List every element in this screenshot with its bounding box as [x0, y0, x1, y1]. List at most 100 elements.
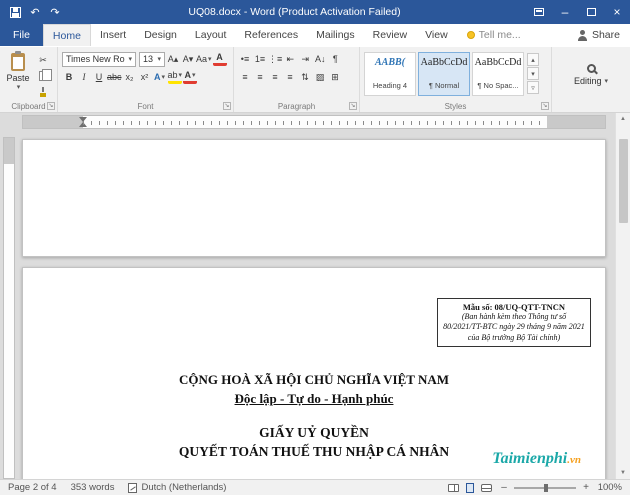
- form-number-line[interactable]: Mẫu số: 08/UQ-QTT-TNCN: [442, 302, 586, 312]
- justify-button[interactable]: ≡: [283, 70, 297, 84]
- line-spacing-button[interactable]: ⇅: [298, 70, 312, 84]
- styles-group: AABB( Heading 4 AaBbCcDd ¶ Normal AaBbCc…: [360, 47, 552, 112]
- subscript-button[interactable]: x₂: [123, 70, 137, 84]
- increase-indent-button[interactable]: ⇥: [298, 52, 312, 66]
- language-indicator[interactable]: Dutch (Netherlands): [128, 482, 226, 493]
- form-number-box[interactable]: Mẫu số: 08/UQ-QTT-TNCN (Ban hành kèm the…: [437, 298, 591, 348]
- tab-layout[interactable]: Layout: [186, 24, 236, 46]
- styles-dialog-launcher[interactable]: ↘: [541, 102, 549, 110]
- strikethrough-button[interactable]: abc: [107, 70, 122, 84]
- style-heading4[interactable]: AABB( Heading 4: [364, 52, 416, 96]
- font-dialog-launcher[interactable]: ↘: [223, 102, 231, 110]
- format-painter-button[interactable]: [36, 85, 50, 98]
- show-hide-button[interactable]: ¶: [328, 52, 342, 66]
- redo-button[interactable]: ↷: [47, 4, 63, 20]
- page-2[interactable]: Mẫu số: 08/UQ-QTT-TNCN (Ban hành kèm the…: [22, 267, 606, 479]
- vertical-ruler[interactable]: [3, 137, 15, 479]
- tab-insert[interactable]: Insert: [91, 24, 135, 46]
- italic-button[interactable]: I: [77, 70, 91, 84]
- find-icon: [586, 63, 596, 73]
- align-left-button[interactable]: ≡: [238, 70, 252, 84]
- chevron-down-icon: ▾: [16, 84, 21, 91]
- print-layout-button[interactable]: [466, 482, 474, 493]
- paste-label: Paste: [6, 73, 30, 83]
- borders-button[interactable]: ⊞: [328, 70, 342, 84]
- text-effects-button[interactable]: A ▾: [153, 70, 167, 84]
- style-preview: AaBbCcDd: [474, 57, 522, 68]
- copy-button[interactable]: [36, 69, 52, 83]
- tab-file[interactable]: File: [0, 24, 43, 46]
- person-icon: [577, 29, 587, 41]
- editing-group[interactable]: Editing ▾: [552, 47, 630, 112]
- horizontal-ruler[interactable]: [22, 115, 606, 129]
- share-button[interactable]: Share: [577, 24, 620, 46]
- font-color-button[interactable]: A ▾: [183, 70, 198, 84]
- gallery-more-button[interactable]: ▿: [527, 81, 539, 94]
- underline-button[interactable]: U: [92, 70, 106, 84]
- save-button[interactable]: [7, 4, 23, 20]
- font-size-combo[interactable]: 13 ▾: [139, 51, 165, 67]
- undo-button[interactable]: ↶: [27, 4, 43, 20]
- motto-line[interactable]: Độc lập - Tự do - Hạnh phúc: [23, 391, 605, 407]
- decrease-indent-button[interactable]: ⇤: [283, 52, 297, 66]
- shading-button[interactable]: ▨: [313, 70, 327, 84]
- paragraph-dialog-launcher[interactable]: ↘: [349, 102, 357, 110]
- zoom-in-button[interactable]: +: [581, 482, 591, 493]
- tab-mailings[interactable]: Mailings: [307, 24, 364, 46]
- change-case-button[interactable]: Aa ▾: [196, 52, 212, 66]
- tab-view[interactable]: View: [416, 24, 457, 46]
- scrollbar-thumb[interactable]: [618, 139, 628, 223]
- gallery-down-button[interactable]: ▾: [527, 67, 539, 80]
- tab-review[interactable]: Review: [364, 24, 416, 46]
- shrink-font-button[interactable]: A▾: [181, 52, 195, 66]
- close-button[interactable]: ×: [604, 0, 630, 24]
- zoom-percentage[interactable]: 100%: [596, 482, 622, 493]
- bold-button[interactable]: B: [62, 70, 76, 84]
- sort-button[interactable]: A↓: [313, 52, 327, 66]
- tab-home[interactable]: Home: [42, 24, 91, 46]
- style-no-spacing[interactable]: AaBbCcDd ¶ No Spac...: [472, 52, 524, 96]
- style-normal[interactable]: AaBbCcDd ¶ Normal: [418, 52, 470, 96]
- maximize-button[interactable]: [578, 0, 604, 24]
- form-issue-note[interactable]: (Ban hành kèm theo Thông tư số 80/2021/T…: [442, 312, 586, 343]
- national-header-line[interactable]: CỘNG HOÀ XÃ HỘI CHỦ NGHĨA VIỆT NAM: [23, 372, 605, 388]
- highlight-icon: ab: [167, 70, 178, 80]
- gallery-up-button[interactable]: ▴: [527, 53, 539, 66]
- paste-button[interactable]: Paste ▾: [4, 51, 32, 98]
- align-right-button[interactable]: ≡: [268, 70, 282, 84]
- grow-font-button[interactable]: A▴: [166, 52, 180, 66]
- text-highlight-button[interactable]: ab ▾: [167, 70, 183, 84]
- page-indicator[interactable]: Page 2 of 4: [8, 482, 57, 493]
- zoom-out-button[interactable]: –: [499, 482, 509, 493]
- page-1[interactable]: [22, 139, 606, 257]
- align-center-button[interactable]: ≡: [253, 70, 267, 84]
- tab-references[interactable]: References: [235, 24, 307, 46]
- style-name: Heading 4: [372, 81, 408, 90]
- left-indent-marker[interactable]: [79, 122, 87, 127]
- scroll-up-arrow[interactable]: ▲: [620, 113, 626, 125]
- paragraph-group-label: Paragraph: [277, 102, 316, 111]
- clear-formatting-button[interactable]: A: [212, 52, 227, 66]
- tab-design[interactable]: Design: [135, 24, 186, 46]
- zoom-slider-thumb[interactable]: [543, 483, 548, 492]
- minimize-button[interactable]: –: [552, 0, 578, 24]
- vertical-scrollbar[interactable]: ▲ ▼: [615, 113, 630, 479]
- font-family-combo[interactable]: Times New Ro ▾: [62, 51, 136, 67]
- cut-button[interactable]: ✂: [36, 54, 50, 67]
- read-mode-button[interactable]: [448, 483, 459, 492]
- tell-me-box[interactable]: Tell me...: [466, 24, 521, 46]
- superscript-button[interactable]: x²: [138, 70, 152, 84]
- bullets-button[interactable]: •≡: [238, 52, 252, 66]
- clipboard-icon: [11, 51, 25, 71]
- text-effects-icon: A: [154, 72, 161, 82]
- word-count[interactable]: 353 words: [71, 482, 115, 493]
- numbering-button[interactable]: 1≡: [253, 52, 267, 66]
- multilevel-list-button[interactable]: ⋮≡: [268, 52, 282, 66]
- web-layout-button[interactable]: [481, 483, 492, 492]
- zoom-slider[interactable]: [514, 483, 576, 492]
- font-color-icon: A: [184, 70, 192, 80]
- ribbon-display-options-button[interactable]: [526, 0, 552, 24]
- clipboard-dialog-launcher[interactable]: ↘: [47, 102, 55, 110]
- scroll-down-arrow[interactable]: ▼: [620, 467, 626, 479]
- document-title-line1[interactable]: GIẤY UỶ QUYỀN: [23, 425, 605, 441]
